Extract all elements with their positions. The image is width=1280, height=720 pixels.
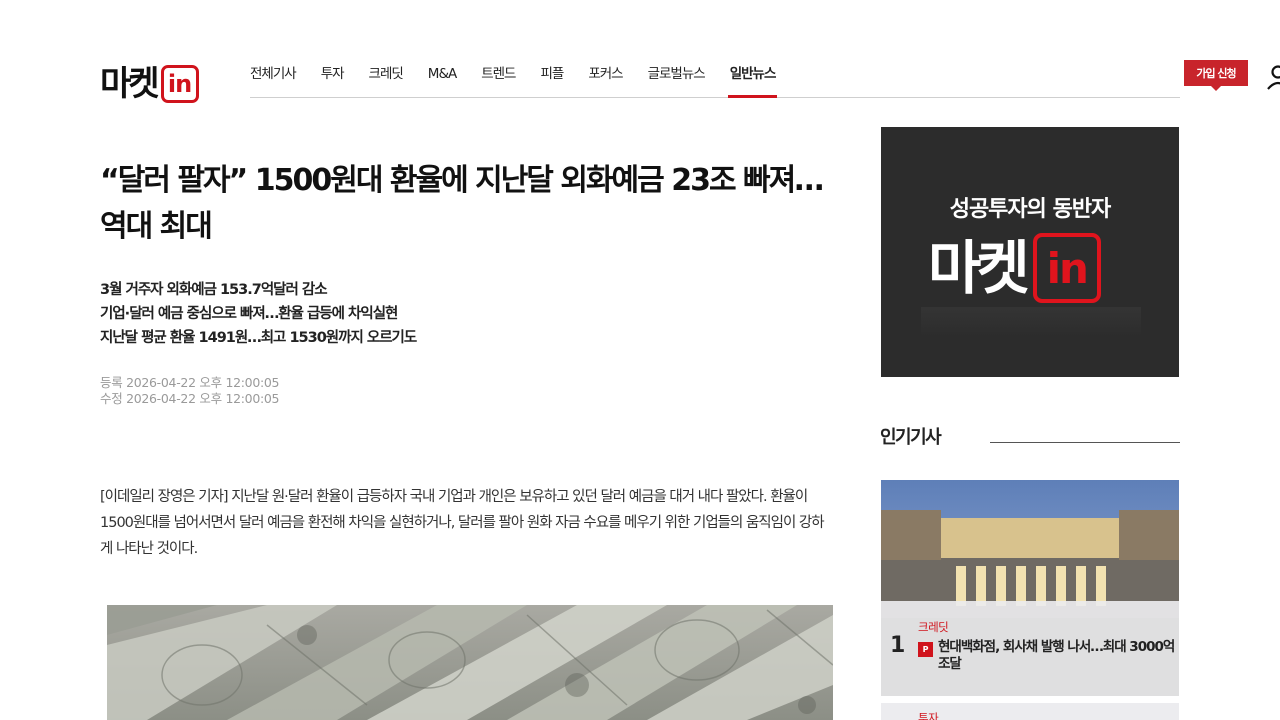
article-subtitles: 3월 거주자 외화예금 153.7억달러 감소 기업·달러 예금 중심으로 빠져… <box>100 278 835 350</box>
join-button[interactable]: 가입 신청 <box>1184 60 1248 91</box>
premium-badge-icon: P <box>918 642 933 657</box>
ad-logo-text: 마켓 <box>928 234 1030 302</box>
nav-item-global[interactable]: 글로벌뉴스 <box>648 64 706 98</box>
popular-rank: 1 <box>890 633 906 658</box>
ad-slogan: 성공투자의 동반자 <box>949 197 1112 222</box>
main-nav: 전체기사 투자 크레딧 M&A 트렌드 피플 포커스 글로벌뉴스 일반뉴스 가입… <box>250 58 1280 98</box>
ad-banner[interactable]: 성공투자의 동반자 마켓 in <box>881 127 1179 377</box>
article-subtitle: 기업·달러 예금 중심으로 빠져…환율 급등에 차익실현 <box>100 306 398 322</box>
site-logo[interactable]: 마켓 in <box>100 64 199 104</box>
nav-item-all[interactable]: 전체기사 <box>250 64 297 98</box>
popular-category[interactable]: 크레딧 <box>918 619 949 635</box>
dollar-bills-image <box>107 605 833 720</box>
logo-text: 마켓 <box>100 64 160 104</box>
article-title: “달러 팔자” 1500원대 환율에 지난달 외화예금 23조 빠져…역대 최대 <box>100 163 824 244</box>
registered-date: 등록 2026-04-22 오후 12:00:05 <box>100 375 280 390</box>
nav-item-trend[interactable]: 트렌드 <box>481 64 516 98</box>
nav-item-ma[interactable]: M&A <box>428 64 457 98</box>
popular-item[interactable]: 1 크레딧 P 현대백화점, 회사채 발행 나서…최대 3000억 조달 <box>881 480 1179 696</box>
ad-logo-badge: in <box>1032 233 1101 303</box>
nav-item-credit[interactable]: 크레딧 <box>369 64 404 98</box>
article-subtitle: 지난달 평균 환율 1491원…최고 1530원까지 오르기도 <box>100 330 417 346</box>
divider <box>990 442 1180 443</box>
user-icon[interactable] <box>1266 64 1280 90</box>
nav-item-focus[interactable]: 포커스 <box>588 64 623 98</box>
nav-item-invest[interactable]: 투자 <box>321 64 345 98</box>
popular-caption: 1 크레딧 P 현대백화점, 회사채 발행 나서…최대 3000억 조달 <box>881 601 1179 696</box>
popular-item[interactable]: 투자 <box>881 703 1179 720</box>
logo-badge: in <box>160 65 199 103</box>
nav-item-general[interactable]: 일반뉴스 <box>727 64 778 98</box>
article-subtitle: 3월 거주자 외화예금 153.7억달러 감소 <box>100 282 328 298</box>
popular-headline[interactable]: 현대백화점, 회사채 발행 나서…최대 3000억 조달 <box>938 639 1178 673</box>
popular-category[interactable]: 투자 <box>918 710 939 720</box>
popular-header: 인기기사 <box>880 426 1180 450</box>
article-dates: 등록 2026-04-22 오후 12:00:05 수정 2026-04-22 … <box>100 375 280 407</box>
site-header: 마켓 in 전체기사 투자 크레딧 M&A 트렌드 피플 포커스 글로벌뉴스 일… <box>100 58 1280 104</box>
popular-title: 인기기사 <box>880 427 942 448</box>
article-image <box>107 605 833 720</box>
ad-reflection <box>921 307 1141 337</box>
ad-logo: 마켓 in <box>928 233 1101 303</box>
article-body: [이데일리 장영은 기자] 지난달 원·달러 환율이 급등하자 국내 기업과 개… <box>100 489 825 557</box>
modified-date: 수정 2026-04-22 오후 12:00:05 <box>100 391 280 406</box>
nav-item-people[interactable]: 피플 <box>540 64 564 98</box>
